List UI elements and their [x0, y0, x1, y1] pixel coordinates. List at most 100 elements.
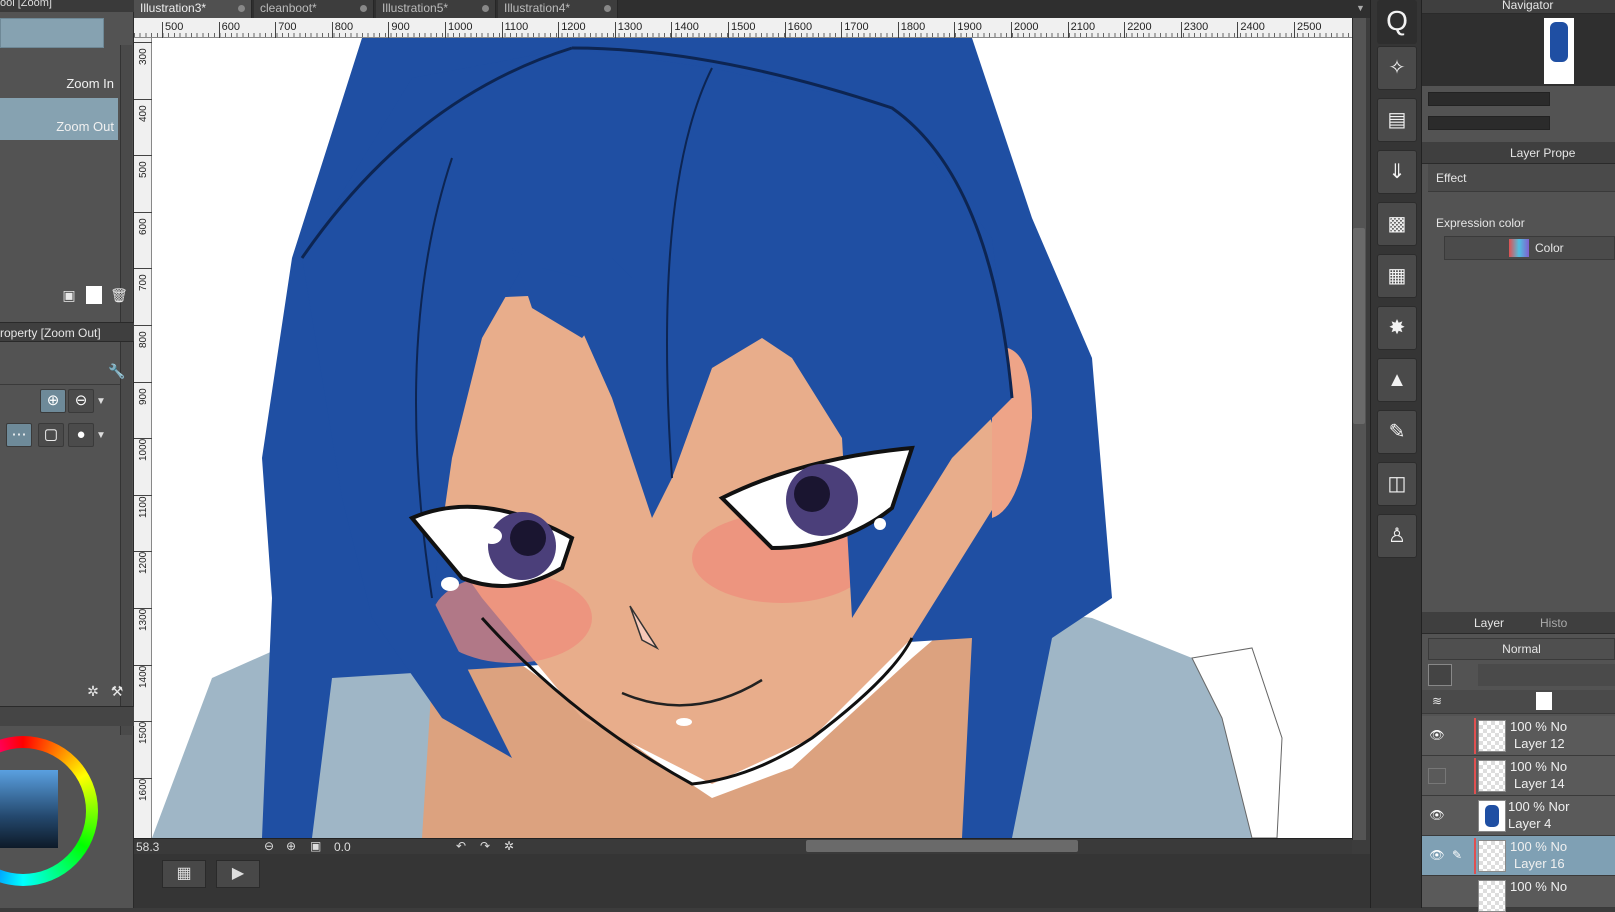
chevron-down-icon[interactable]: ▼ [96, 430, 106, 441]
tab-illustration4[interactable]: Illustration4* [498, 0, 618, 18]
settings-gear-icon[interactable]: ✲ [84, 682, 102, 700]
tab-history[interactable]: Histo [1540, 616, 1567, 630]
navigator-preview-area[interactable] [1422, 14, 1615, 86]
tab-layer[interactable]: Layer [1474, 616, 1504, 630]
close-icon[interactable] [360, 5, 367, 12]
canvas-vertical-scrollbar[interactable] [1352, 18, 1366, 840]
tools-icon[interactable]: ⚒ [108, 682, 126, 700]
eye-icon[interactable]: 👁 [1428, 728, 1446, 744]
close-icon[interactable] [604, 5, 611, 12]
effect-section: Effect [1428, 164, 1615, 192]
effect-label: Effect [1436, 171, 1467, 185]
zoom-in-icon[interactable]: ⊕ [40, 389, 66, 413]
ruler-tick: 1900 [954, 22, 982, 38]
pen-icon: ✎ [1452, 848, 1463, 862]
zoom-value[interactable]: 58.3 [136, 840, 159, 854]
rotate-right-icon[interactable]: ↷ [480, 839, 490, 853]
blend-mode-select[interactable]: Normal [1428, 638, 1615, 660]
sub-tool-zoom-in[interactable]: Zoom In [0, 76, 114, 91]
layer-tools-toolbar[interactable] [1478, 664, 1615, 686]
tool-panel-scrollbar[interactable] [120, 45, 132, 735]
zoom-out-icon[interactable]: ⊖ [264, 839, 274, 853]
layer-row-layer-12[interactable]: 👁 100 % No Layer 12 [1422, 716, 1615, 756]
figure-icon[interactable]: ♙ [1377, 514, 1417, 558]
search-icon[interactable]: Q [1377, 0, 1417, 44]
ruler-tick: 1300 [134, 608, 152, 631]
layer-thumbnail [1478, 760, 1506, 792]
folder-download-icon[interactable]: ⇓ [1377, 150, 1417, 194]
pattern-icon[interactable]: ▩ [1377, 202, 1417, 246]
canvas-vertical-scroll-thumb[interactable] [1353, 228, 1365, 424]
ruler-tick: 1400 [134, 664, 152, 688]
navigator-thumbnail[interactable] [1544, 18, 1574, 84]
ruler-tick: 1000 [134, 438, 152, 461]
fit-screen-icon[interactable]: ▣ [310, 839, 321, 853]
navigator-zoom-slider[interactable] [1428, 92, 1550, 106]
drawing-canvas[interactable] [152, 38, 1352, 838]
layer-row-layer-4[interactable]: 👁 100 % Nor Layer 4 [1422, 796, 1615, 836]
rectangle-select-icon[interactable]: ▢ [38, 423, 64, 447]
blend-mode-value: Normal [1502, 642, 1541, 656]
expression-color-select[interactable]: Color [1444, 236, 1615, 260]
tab-illustration5[interactable]: Illustration5* [376, 0, 496, 18]
circle-brush-icon[interactable]: ● [68, 423, 94, 447]
tab-cleanboot[interactable]: cleanboot* [254, 0, 374, 18]
tab-menu-chevron-icon[interactable]: ▼ [1356, 3, 1365, 13]
layer-property-header: Layer Prope [1422, 142, 1615, 164]
canvas-horizontal-scroll-thumb[interactable] [806, 840, 1078, 852]
edit-icon[interactable]: ✎ [1377, 410, 1417, 454]
layer-row[interactable]: 100 % No [1422, 876, 1615, 912]
trash-icon[interactable]: 🗑 [110, 286, 128, 304]
close-icon[interactable] [482, 5, 489, 12]
ruler-horizontal: 500 600 700 800 900 1000 1100 1200 1300 1400 1500 1… [134, 18, 1352, 38]
sub-tool-zoom-out[interactable]: Zoom Out [0, 119, 114, 134]
material-palette-column: Q ✧ ▤ ⇓ ▩ ▦ ✸ ▲ ✎ ◫ ♙ [1370, 0, 1422, 908]
zoom-in-icon[interactable]: ⊕ [286, 839, 296, 853]
new-folder-icon[interactable]: ▣ [60, 286, 78, 304]
navigator-rotation-slider[interactable] [1428, 116, 1550, 130]
zoom-out-icon[interactable]: ⊖ [68, 389, 94, 413]
new-layer-icon[interactable] [1536, 692, 1552, 710]
close-icon[interactable] [238, 5, 245, 12]
image-icon[interactable]: ▲ [1377, 358, 1417, 402]
layer-row-layer-16[interactable]: 👁 ✎ 100 % No Layer 16 [1422, 836, 1615, 876]
layer-thumbnail [1478, 880, 1506, 912]
ruler-tick: 2200 [1124, 22, 1152, 38]
layer-color-icon[interactable] [1428, 664, 1452, 686]
layer-name: Layer 4 [1508, 816, 1552, 831]
effect-icon[interactable]: ✸ [1377, 306, 1417, 350]
ruler-tick: 2500 [1294, 22, 1321, 38]
tab-illustration3[interactable]: Illustration3* [134, 0, 252, 18]
ruler-tick: 1600 [134, 777, 152, 801]
record-icon[interactable]: ▶ [216, 860, 260, 888]
navigator-thumbnail-hair [1550, 22, 1568, 62]
ruler-tick: 1000 [445, 22, 472, 38]
layer-row-layer-14[interactable]: 100 % No Layer 14 [1422, 756, 1615, 796]
reset-rotation-icon[interactable]: ✲ [504, 839, 514, 853]
visibility-toggle[interactable] [1428, 768, 1446, 784]
new-layer-icon[interactable] [86, 286, 102, 304]
tool-preview[interactable] [0, 18, 104, 48]
grid-icon[interactable]: ▦ [1377, 254, 1417, 298]
cube-icon[interactable]: ◫ [1377, 462, 1417, 506]
eye-icon[interactable]: 👁 [1428, 808, 1446, 824]
eye-icon[interactable]: 👁 [1428, 848, 1446, 864]
rotate-left-icon[interactable]: ↶ [456, 839, 466, 853]
layer-thumbnail [1478, 840, 1506, 872]
layers-icon[interactable]: ≋ [1432, 694, 1442, 708]
chevron-down-icon[interactable]: ▼ [96, 396, 106, 407]
layer-color-marker [1474, 838, 1476, 874]
wrench-icon[interactable]: 🔧 [108, 362, 126, 380]
ruler-tick: 1200 [558, 22, 586, 38]
ruler-tick: 300 [134, 42, 152, 65]
ruler-tick: 2400 [1237, 22, 1265, 38]
brush-size-icon[interactable]: ⋯ [6, 423, 32, 447]
rotation-value[interactable]: 0.0 [334, 840, 351, 854]
ruler-tick: 1100 [134, 494, 152, 518]
materials-icon[interactable]: ✧ [1377, 46, 1417, 90]
timeline-icon[interactable]: ▦ [162, 860, 206, 888]
folder-image-icon[interactable]: ▤ [1377, 98, 1417, 142]
layer-opacity: 100 % No [1510, 839, 1568, 854]
color-saturation-square[interactable] [0, 770, 58, 848]
ruler-tick: 700 [134, 268, 152, 291]
